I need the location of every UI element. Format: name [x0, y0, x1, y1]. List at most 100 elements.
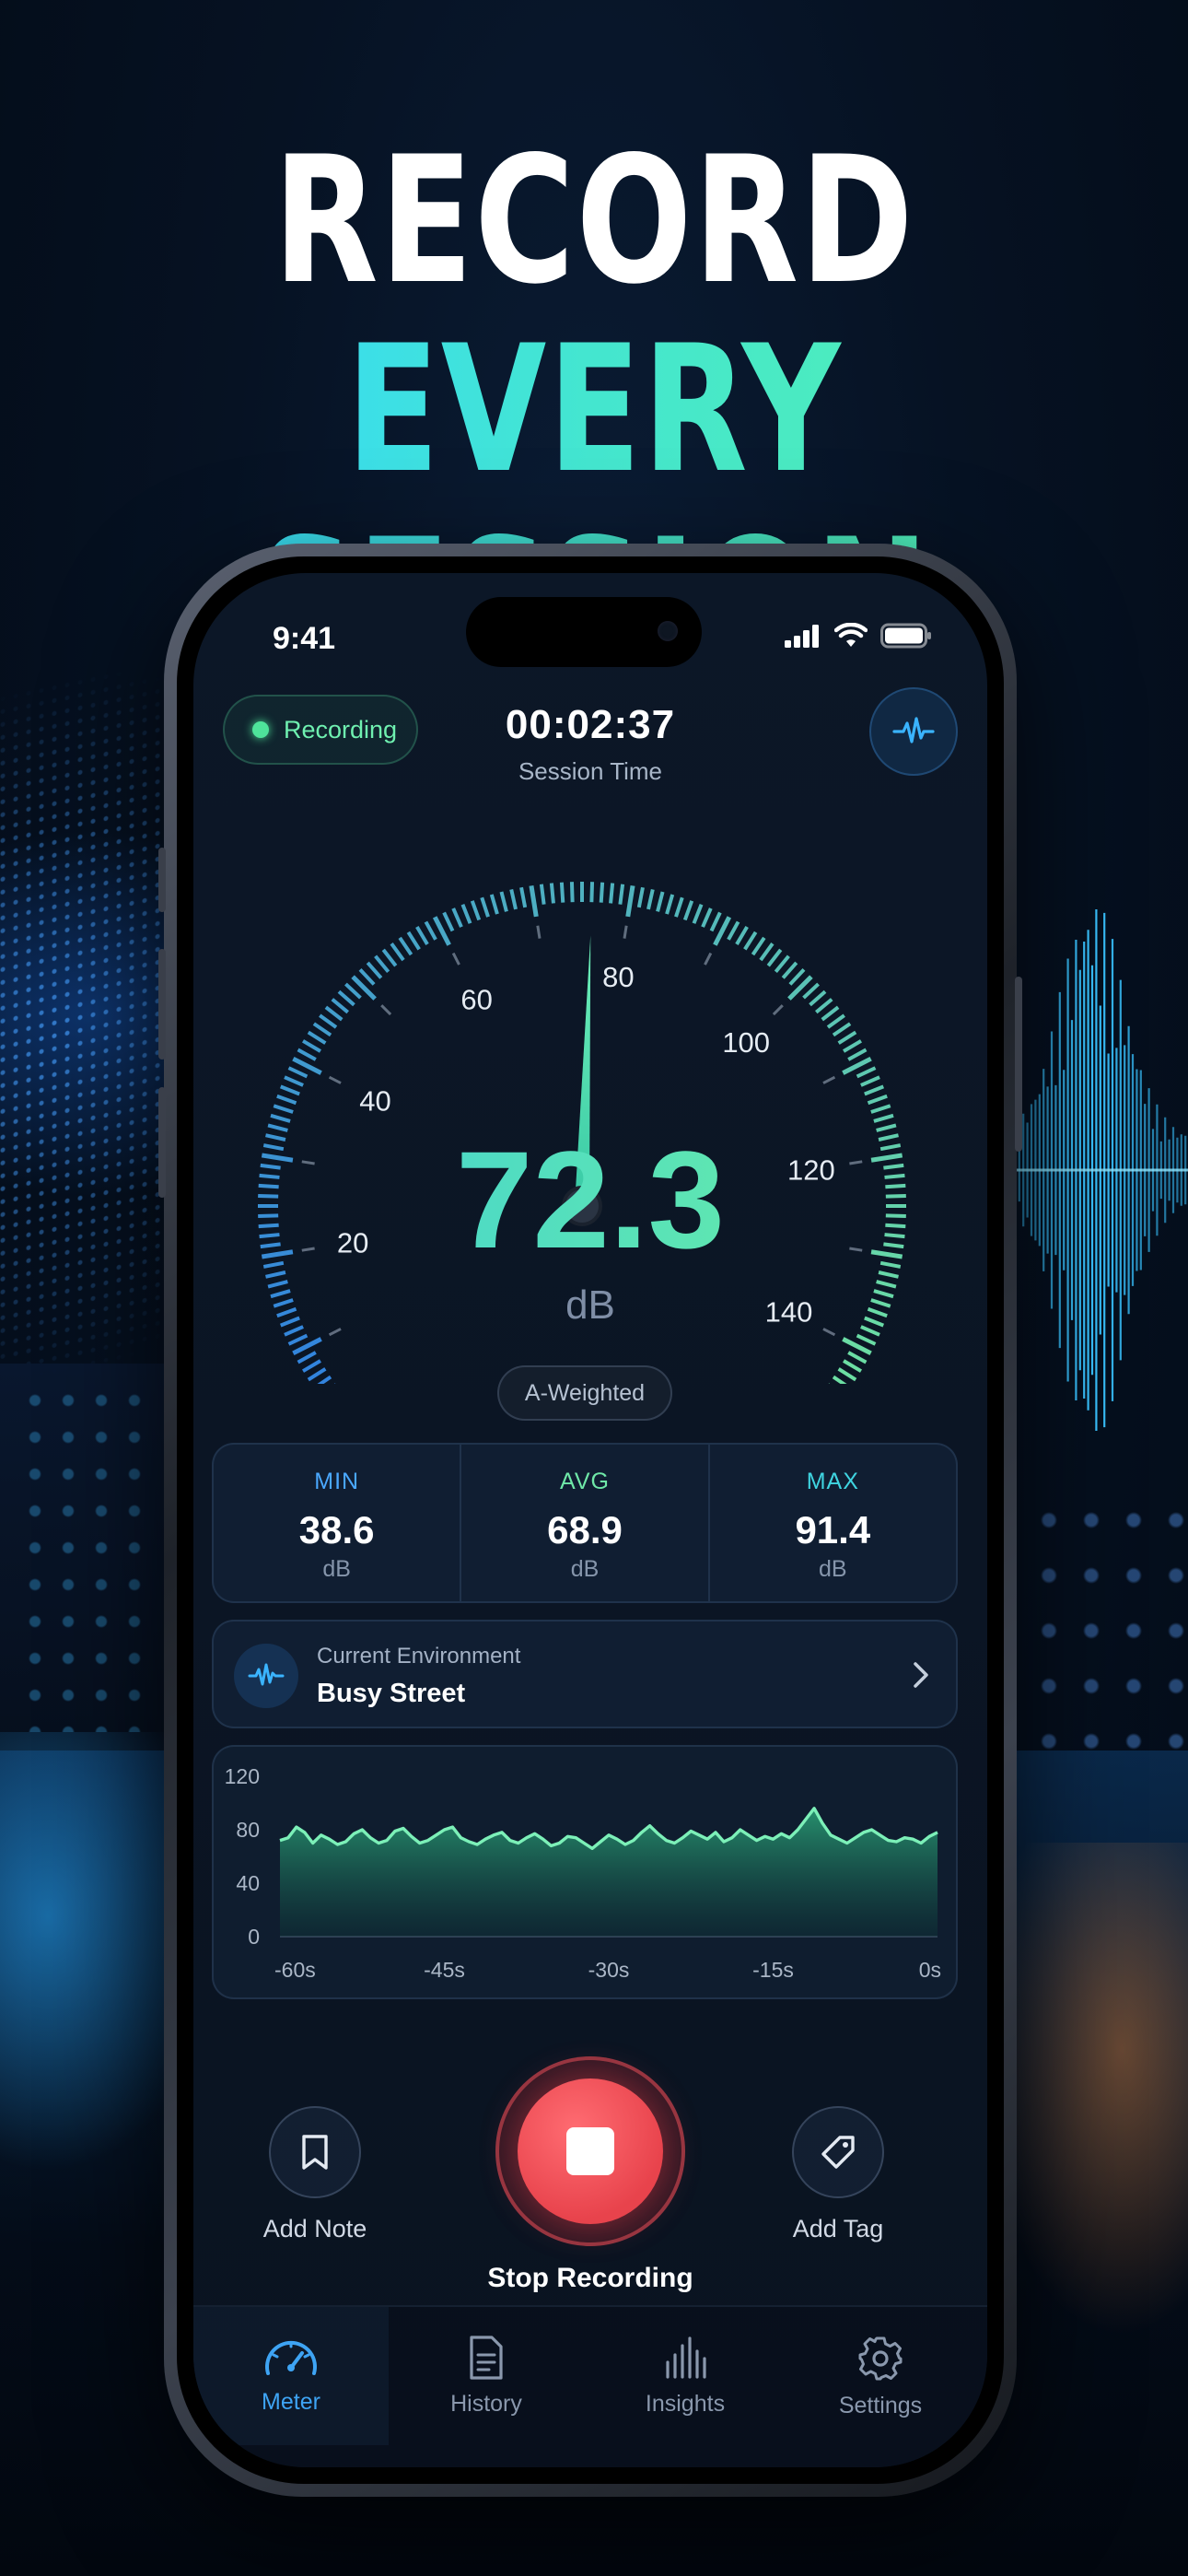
gauge-minor-marker — [704, 952, 713, 966]
gauge-tick — [559, 882, 565, 903]
gauge-tick — [337, 989, 355, 1007]
gauge-minor-marker — [623, 925, 628, 939]
bars-icon — [666, 2336, 706, 2379]
add-tag-button[interactable] — [792, 2106, 884, 2198]
gauge-tick — [374, 954, 390, 974]
gauge-tick — [656, 891, 665, 912]
gauge-tick-label: 60 — [460, 983, 492, 1015]
waveform-icon — [892, 717, 935, 744]
stat-min: MIN 38.6 dB — [214, 1445, 460, 1601]
gauge-tick — [270, 1113, 291, 1123]
tab-meter[interactable]: Meter — [193, 2307, 389, 2445]
gauge-tick — [424, 920, 437, 941]
tab-history-label: History — [450, 2391, 522, 2417]
phone-side-button — [1015, 977, 1022, 1152]
phone-frame: 9:41 Recording 00:02:37 Session Time 40 … — [158, 544, 1022, 2497]
gauge-tick — [470, 900, 482, 921]
gauge-tick — [837, 1367, 857, 1382]
gauge-tick — [287, 1333, 309, 1346]
status-bar-time: 9:41 — [273, 621, 336, 656]
gauge-tick — [276, 1094, 297, 1106]
tab-history[interactable]: History — [389, 2307, 584, 2445]
gauge-tick — [287, 1066, 309, 1079]
gauge-tick — [549, 883, 555, 904]
gauge-tick — [317, 1375, 332, 1384]
chart-x-tick-label: -45s — [424, 1958, 465, 1982]
weighting-badge[interactable]: A-Weighted — [497, 1365, 672, 1421]
tab-insights-label: Insights — [645, 2391, 726, 2417]
gauge-tick — [682, 900, 694, 921]
gauge-tick — [398, 936, 413, 956]
gauge-tick — [344, 982, 362, 1000]
gauge-icon — [265, 2340, 317, 2375]
add-tag-label: Add Tag — [792, 2215, 884, 2242]
gauge-tick — [802, 982, 820, 1000]
gauge-tick — [312, 1022, 332, 1037]
chart-y-tick-label: 120 — [225, 1764, 260, 1788]
gauge-tick — [489, 894, 499, 915]
chart-x-tick-label: 0s — [919, 1958, 941, 1982]
gauge-tick — [625, 884, 635, 918]
stat-avg-unit: dB — [570, 1556, 600, 1582]
gauge-tick — [519, 886, 528, 908]
gauge-tick — [618, 884, 625, 905]
gauge-tick — [302, 1359, 321, 1373]
gauge-tick — [509, 889, 518, 910]
gauge-tick — [809, 989, 827, 1007]
gauge-minor-marker — [451, 952, 460, 966]
history-chart-card: 120 80 40 0 -60s -45s -30s -15s 0s — [212, 1745, 958, 1999]
gauge-tick — [442, 911, 455, 932]
gauge-tick — [832, 1375, 847, 1384]
gauge-minor-marker — [822, 1328, 836, 1337]
gauge-tick — [873, 1113, 894, 1123]
stat-max: MAX 91.4 dB — [707, 1445, 956, 1601]
gauge-tick — [636, 886, 645, 908]
stat-avg-value: 68.9 — [547, 1508, 623, 1551]
gauge-tick — [324, 1005, 344, 1022]
gauge-tick — [856, 1066, 877, 1079]
gauge-tick — [451, 907, 463, 928]
gauge-tick — [529, 884, 539, 918]
tab-insights[interactable]: Insights — [588, 2307, 783, 2445]
chart-x-tick-label: -30s — [588, 1958, 630, 1982]
gauge-tick — [358, 968, 376, 986]
headline-line-1: RECORD — [273, 119, 915, 322]
battery-icon — [880, 623, 931, 649]
gauge-tick — [766, 948, 783, 967]
gauge-tick — [856, 1333, 877, 1346]
gauge-tick — [302, 1039, 321, 1053]
gauge-tick-label: 80 — [602, 961, 634, 993]
session-timer-label: Session Time — [518, 757, 663, 785]
tag-icon — [821, 2136, 855, 2169]
gauge-tick — [867, 1094, 888, 1106]
gauge-tick — [539, 884, 546, 905]
environment-waveform-icon — [234, 1644, 298, 1708]
add-note-button[interactable] — [269, 2106, 361, 2198]
gauge-tick — [735, 926, 749, 945]
gauge-tick — [609, 883, 615, 904]
gauge-tick — [284, 1075, 304, 1087]
phone-volume-up — [158, 949, 166, 1060]
gauge-tick — [415, 926, 429, 945]
gauge-tick — [743, 931, 758, 951]
stat-min-value: 38.6 — [298, 1508, 375, 1551]
chart-area — [280, 1808, 938, 1937]
gauge-tick — [381, 948, 398, 967]
gauge-tick — [727, 920, 740, 941]
chart-y-tick-label: 80 — [236, 1818, 260, 1842]
stat-avg-label: AVG — [560, 1469, 610, 1494]
gauge-tick — [843, 1359, 862, 1373]
tab-settings[interactable]: Settings — [783, 2307, 978, 2445]
stop-recording-button[interactable] — [495, 2056, 685, 2246]
gauge-tick — [832, 1022, 852, 1037]
chart-x-tick-label: -60s — [274, 1958, 316, 1982]
gauge-tick — [751, 936, 766, 956]
tab-meter-label: Meter — [262, 2389, 320, 2415]
history-chart: 120 80 40 0 -60s -45s -30s -15s 0s — [225, 1764, 941, 1982]
waveform-button[interactable] — [869, 687, 958, 776]
gauge-tick-label: 40 — [359, 1085, 390, 1118]
gauge-tick — [390, 943, 405, 962]
stop-recording-label: Stop Recording — [487, 2263, 693, 2293]
environment-row[interactable]: Current Environment Busy Street — [212, 1620, 958, 1728]
gauge-tick — [860, 1075, 880, 1087]
